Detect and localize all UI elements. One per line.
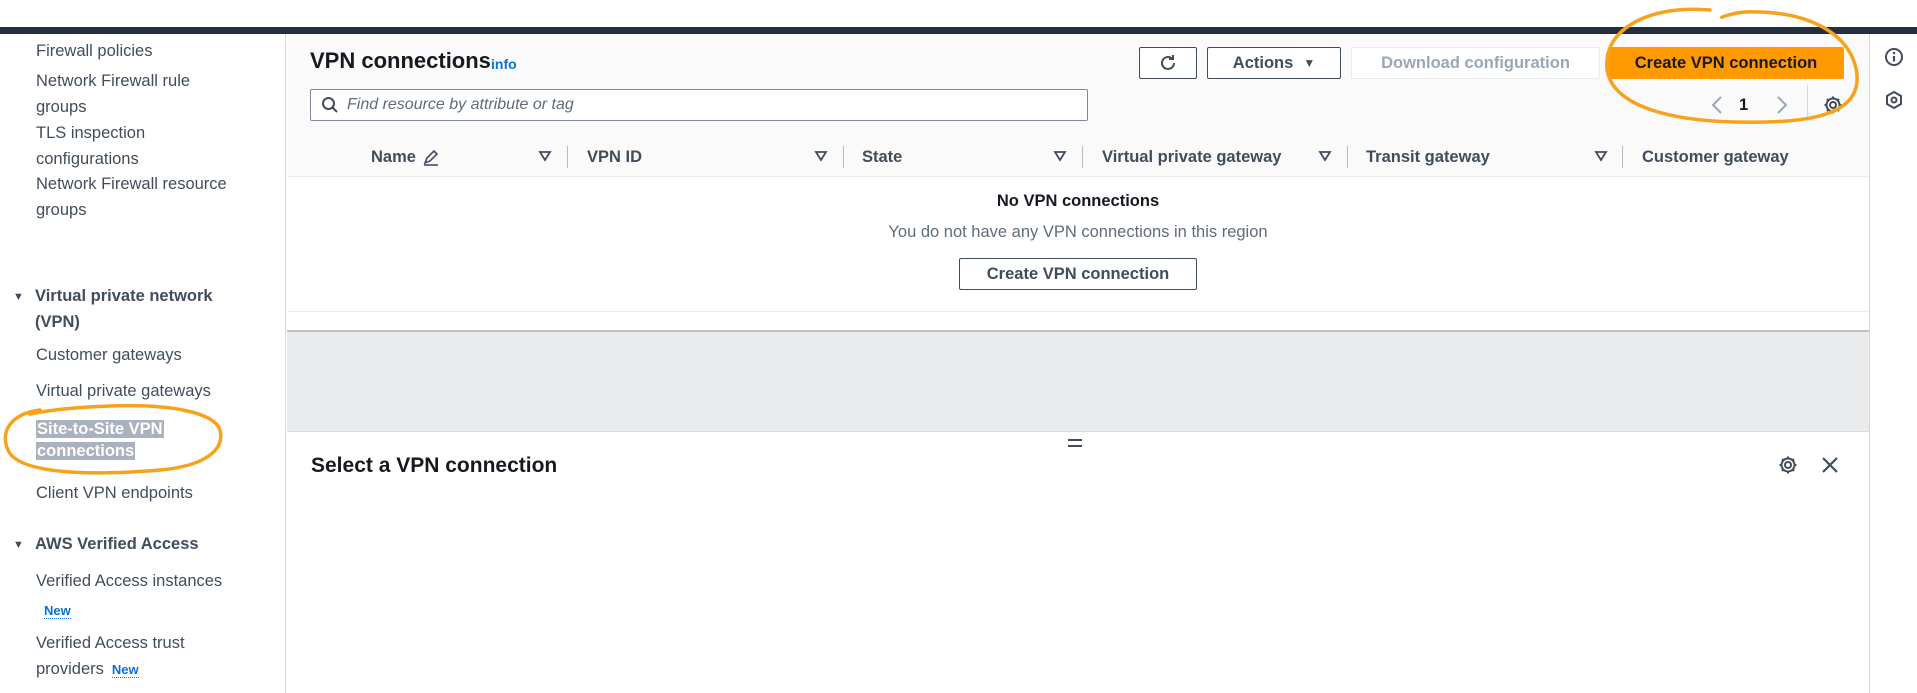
nav-site-to-site-vpn-label: Site-to-Site VPN connections: [36, 420, 164, 460]
split-panel: Select a VPN connection: [287, 432, 1869, 693]
sort-icon[interactable]: [1318, 149, 1332, 163]
caret-down-icon: ▼: [13, 539, 24, 551]
actions-dropdown-button[interactable]: Actions ▼: [1207, 47, 1341, 79]
nav-verified-access-trust-providers[interactable]: Verified Access trust providers New: [36, 630, 266, 682]
create-vpn-connection-button[interactable]: Create VPN connection: [1608, 47, 1844, 79]
nav-verified-access-trust-providers-label: Verified Access trust providers New: [36, 634, 185, 678]
nav-tls-inspection[interactable]: TLS inspection configurations: [36, 120, 176, 172]
main-content: VPN connections info Actions ▼ Download …: [287, 34, 1869, 693]
nav-firewall-policies[interactable]: Firewall policies: [36, 38, 266, 64]
top-navigation-bar: [0, 27, 1917, 34]
column-header-customer-gateway[interactable]: Customer gateway: [1642, 137, 1789, 177]
side-navigation: Firewall policies Network Firewall rule …: [0, 34, 286, 693]
column-divider: [1082, 146, 1083, 168]
settings-icon: [1779, 456, 1797, 474]
download-configuration-button[interactable]: Download configuration: [1351, 47, 1600, 79]
nav-verified-access-instances-label: Verified Access instances: [36, 572, 223, 590]
column-divider: [1347, 146, 1348, 168]
close-icon: [1822, 457, 1838, 473]
split-panel-title: Select a VPN connection: [311, 454, 558, 477]
column-header-name[interactable]: Name: [371, 137, 440, 177]
refresh-button[interactable]: [1139, 47, 1197, 79]
column-divider: [843, 146, 844, 168]
info-link[interactable]: info: [491, 56, 517, 72]
help-panel-button[interactable]: [1883, 46, 1905, 68]
new-badge[interactable]: New: [44, 603, 71, 619]
content-gap: [287, 330, 1869, 432]
column-header-transit-gateway[interactable]: Transit gateway: [1366, 137, 1490, 177]
nav-verified-access-instances[interactable]: Verified Access instances New: [36, 568, 266, 623]
nav-client-vpn-endpoints[interactable]: Client VPN endpoints: [36, 480, 266, 506]
empty-state-message: You do not have any VPN connections in t…: [888, 223, 1268, 241]
empty-state-title: No VPN connections: [996, 192, 1160, 210]
resize-handle[interactable]: [1068, 439, 1082, 447]
edit-icon: [423, 149, 439, 166]
column-divider: [1622, 146, 1623, 168]
settings-icon: [1824, 96, 1842, 114]
nav-section-verified-access[interactable]: ▼ AWS Verified Access: [13, 531, 273, 558]
nav-section-vpn-label: Virtual private network (VPN): [35, 287, 213, 331]
search-icon: [322, 97, 338, 113]
info-icon: [1885, 48, 1903, 66]
caret-down-icon: ▼: [13, 291, 24, 303]
empty-create-vpn-connection-button[interactable]: Create VPN connection: [959, 258, 1197, 290]
sort-icon[interactable]: [1053, 149, 1067, 163]
empty-state: No VPN connections You do not have any V…: [287, 177, 1869, 312]
feedback-icon: [1886, 90, 1902, 110]
search-input[interactable]: [347, 96, 1067, 114]
actions-label: Actions: [1232, 53, 1294, 72]
sort-icon[interactable]: [1594, 149, 1608, 163]
refresh-icon: [1161, 55, 1175, 70]
column-header-state[interactable]: State: [862, 137, 902, 177]
nav-firewall-resource-groups[interactable]: Network Firewall resource groups: [36, 171, 261, 223]
previous-page-button[interactable]: [1707, 93, 1727, 117]
table-header-row: Name VPN ID State Virtual private gatewa…: [287, 137, 1869, 177]
new-badge[interactable]: New: [111, 662, 139, 678]
column-divider: [567, 146, 568, 168]
nav-virtual-private-gateways[interactable]: Virtual private gateways: [36, 378, 266, 404]
search-box: [310, 89, 1088, 121]
page-title: VPN connections: [310, 48, 491, 73]
split-panel-close-button[interactable]: [1817, 452, 1843, 478]
nav-site-to-site-vpn[interactable]: Site-to-Site VPN connections: [36, 418, 186, 462]
sort-icon[interactable]: [814, 149, 828, 163]
split-panel-preferences-button[interactable]: [1775, 452, 1801, 478]
chevron-right-icon: [1777, 96, 1788, 114]
next-page-button[interactable]: [1772, 93, 1792, 117]
column-header-virtual-private-gateway[interactable]: Virtual private gateway: [1102, 137, 1281, 177]
caret-down-icon: ▼: [1303, 56, 1316, 70]
divider: [1807, 84, 1808, 120]
feedback-button[interactable]: [1883, 89, 1905, 111]
chevron-left-icon: [1711, 96, 1722, 114]
right-tools-rail: [1869, 34, 1917, 693]
current-page-number[interactable]: 1: [1739, 93, 1748, 117]
nav-section-vpn[interactable]: ▼ Virtual private network (VPN): [13, 283, 273, 335]
sort-icon[interactable]: [538, 149, 552, 163]
nav-firewall-rule-groups[interactable]: Network Firewall rule groups: [36, 68, 236, 120]
nav-customer-gateways[interactable]: Customer gateways: [36, 342, 266, 368]
column-header-vpn-id[interactable]: VPN ID: [587, 137, 642, 177]
nav-section-verified-access-label: AWS Verified Access: [35, 535, 199, 553]
table-preferences-button[interactable]: [1820, 92, 1846, 118]
